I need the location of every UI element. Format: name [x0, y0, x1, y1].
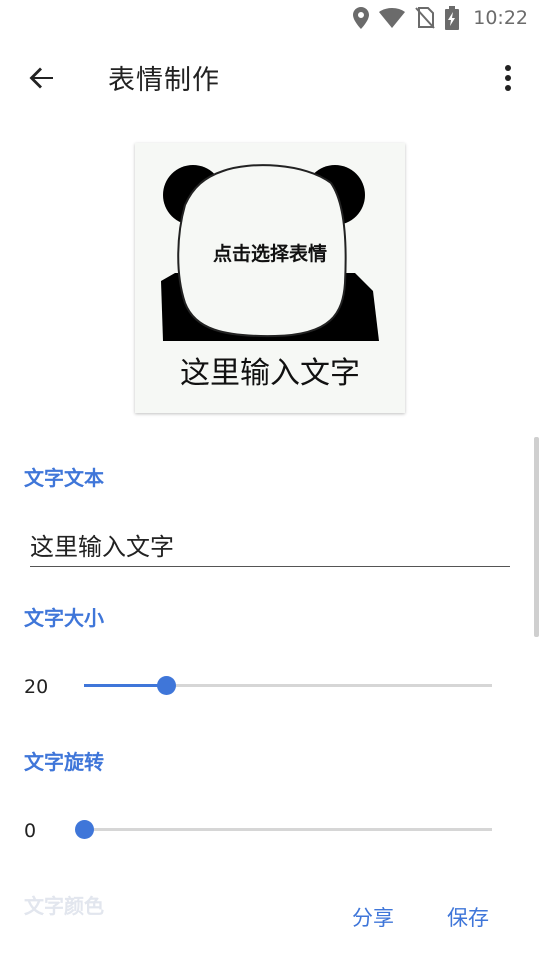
share-button[interactable]: 分享 [352, 902, 394, 932]
status-time: 10:22 [473, 7, 528, 29]
status-bar: 10:22 [0, 0, 540, 36]
size-slider-fill [84, 684, 166, 687]
wifi-icon [379, 8, 406, 28]
page-title: 表情制作 [108, 65, 220, 96]
location-icon [353, 7, 370, 29]
battery-charging-icon [445, 6, 460, 30]
arrow-left-icon [29, 65, 55, 95]
rotation-slider-thumb[interactable] [75, 820, 94, 839]
more-vert-icon [504, 65, 512, 95]
size-value: 20 [24, 676, 49, 698]
save-button[interactable]: 保存 [447, 902, 489, 932]
text-section-label: 文字文本 [24, 466, 104, 490]
no-sim-icon [415, 7, 435, 29]
rotation-slider[interactable] [75, 820, 492, 839]
select-meme-hint: 点击选择表情 [212, 243, 327, 265]
size-slider-thumb[interactable] [156, 676, 176, 695]
color-section-label: 文字颜色 [24, 894, 104, 918]
size-section-label: 文字大小 [24, 606, 104, 630]
size-slider[interactable] [84, 676, 492, 695]
scrollbar[interactable] [534, 437, 539, 637]
back-button[interactable] [22, 60, 62, 100]
rotation-section-label: 文字旋转 [24, 750, 104, 774]
app-bar: 表情制作 [0, 40, 540, 116]
meme-preview[interactable]: 点击选择表情 这里输入文字 [135, 143, 405, 413]
caption-text-input[interactable] [30, 522, 510, 567]
rotation-value: 0 [24, 820, 37, 842]
more-options-button[interactable] [490, 60, 526, 100]
meme-caption: 这里输入文字 [180, 356, 360, 391]
